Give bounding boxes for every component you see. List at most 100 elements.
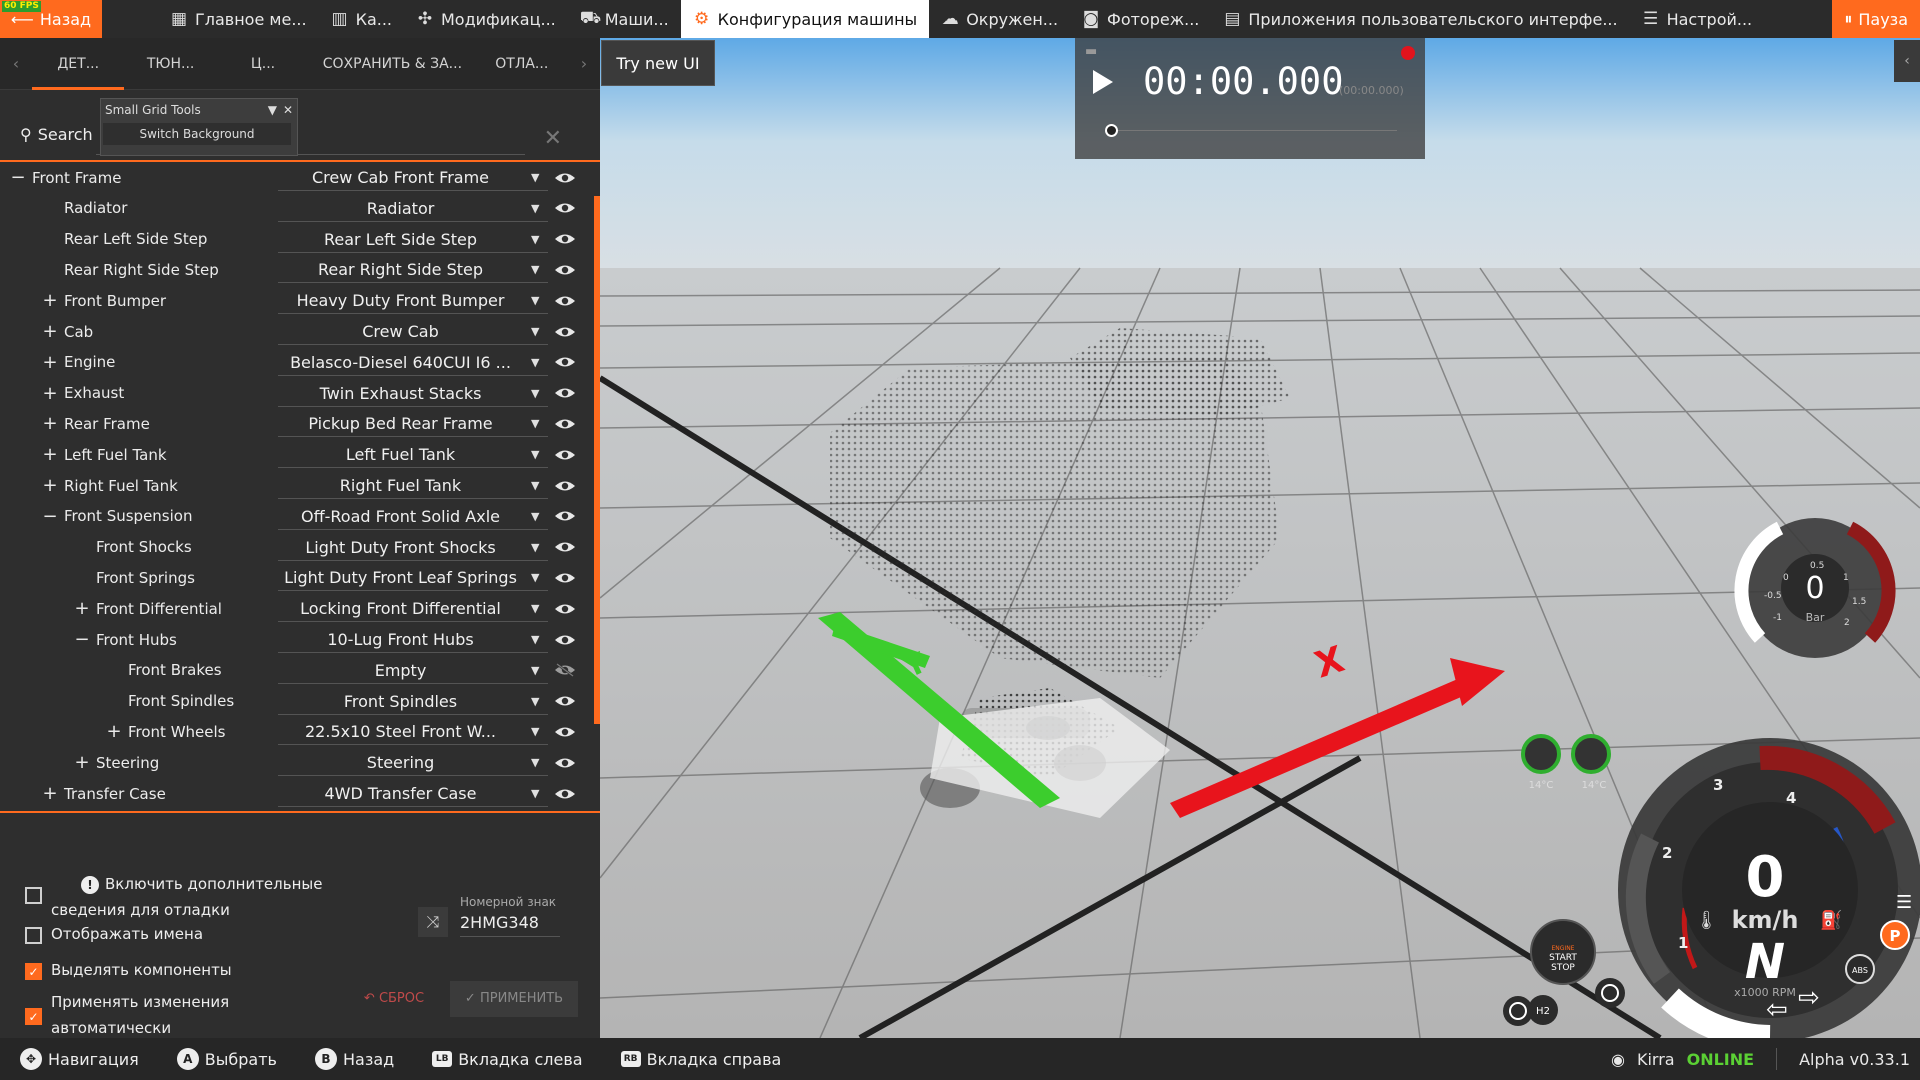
part-row[interactable]: + Steering Steering ▼ xyxy=(0,747,590,778)
eye-icon[interactable] xyxy=(554,571,576,585)
eye-icon[interactable] xyxy=(554,509,576,523)
part-select[interactable]: Rear Left Side Step xyxy=(278,230,545,249)
chevron-down-icon[interactable]: ▼ xyxy=(531,510,539,523)
eye-icon[interactable] xyxy=(554,171,576,185)
replay-timeline[interactable] xyxy=(1111,130,1397,131)
expand-icon[interactable]: + xyxy=(42,321,58,342)
tab-ui-apps[interactable]: ▤ Приложения пользовательского интерфе... xyxy=(1211,0,1629,38)
part-row[interactable]: Front Shocks Light Duty Front Shocks ▼ xyxy=(0,532,590,563)
part-select[interactable]: Radiator xyxy=(278,199,545,218)
part-row[interactable]: + Front Wheels 22.5x10 Steel Front W... ▼ xyxy=(0,716,590,747)
part-select[interactable]: Right Fuel Tank xyxy=(278,476,545,495)
tab-main-menu[interactable]: ▦ Главное ме... xyxy=(158,0,319,38)
part-row[interactable]: + Right Fuel Tank Right Fuel Tank ▼ xyxy=(0,470,590,501)
tab-settings[interactable]: ☰ Настрой... xyxy=(1630,0,1765,38)
engine-start-stop-button[interactable]: ENGINE START STOP xyxy=(1530,919,1596,985)
eye-icon[interactable] xyxy=(554,355,576,369)
collapse-triangle-icon[interactable]: ▼ xyxy=(268,103,277,117)
part-select[interactable]: Crew Cab Front Frame xyxy=(278,168,545,187)
part-select[interactable]: Crew Cab xyxy=(278,322,545,341)
switch-background-button[interactable]: Switch Background xyxy=(103,123,291,145)
randomize-plate-button[interactable]: ⤨ xyxy=(418,907,448,937)
chevron-down-icon[interactable]: ▼ xyxy=(531,633,539,646)
part-select[interactable]: 4WD Transfer Case xyxy=(278,784,545,803)
part-select[interactable]: Light Duty Front Leaf Springs xyxy=(278,568,545,587)
chevron-down-icon[interactable]: ▼ xyxy=(531,571,539,584)
chevron-down-icon[interactable]: ▼ xyxy=(531,325,539,338)
reset-button[interactable]: ↶ СБРОС xyxy=(355,981,433,1017)
tab-vehicle-config[interactable]: ⚙ Конфигурация машины xyxy=(680,0,930,38)
tab-environment[interactable]: ☁ Окружен... xyxy=(929,0,1070,38)
chevron-down-icon[interactable]: ▼ xyxy=(531,695,539,708)
part-row[interactable]: − Front Suspension Off-Road Front Solid Ax… xyxy=(0,501,590,532)
expand-icon[interactable]: + xyxy=(74,598,90,619)
part-select[interactable]: 10-Lug Front Hubs xyxy=(278,630,545,649)
parts-scrollbar[interactable] xyxy=(594,196,600,724)
part-row[interactable]: + Engine Belasco-Diesel 640CUI I6 ... ▼ xyxy=(0,347,590,378)
eye-icon[interactable] xyxy=(554,417,576,431)
expand-icon[interactable]: + xyxy=(42,475,58,496)
eye-icon[interactable] xyxy=(554,386,576,400)
tab-mods[interactable]: ✣ Модификац... xyxy=(404,0,568,38)
chevron-down-icon[interactable]: ▼ xyxy=(531,263,539,276)
chevron-down-icon[interactable]: ▼ xyxy=(531,356,539,369)
tab-save-load[interactable]: СОХРАНИТЬ & ЗА... xyxy=(309,38,475,90)
expand-icon[interactable]: + xyxy=(42,383,58,404)
expand-icon[interactable]: + xyxy=(74,752,90,773)
apply-button[interactable]: ✓ ПРИМЕНИТЬ xyxy=(450,981,578,1017)
part-row[interactable]: − Front Hubs 10-Lug Front Hubs ▼ xyxy=(0,624,590,655)
part-select[interactable]: 22.5x10 Steel Front W... xyxy=(278,722,545,741)
expand-icon[interactable]: + xyxy=(42,444,58,465)
chevron-down-icon[interactable]: ▼ xyxy=(531,417,539,430)
eye-icon[interactable] xyxy=(554,602,576,616)
chevron-down-icon[interactable]: ▼ xyxy=(531,202,539,215)
scene-viewport[interactable]: X Y 0 Bar -1 -0.5 0 0.5 1 1.5 2 14°C 14°… xyxy=(600,38,1920,1038)
part-row[interactable]: − Front Frame Crew Cab Front Frame ▼ xyxy=(0,162,590,193)
chevron-down-icon[interactable]: ▼ xyxy=(531,479,539,492)
chevron-down-icon[interactable]: ▼ xyxy=(531,387,539,400)
pause-button[interactable]: ⏸ Пауза xyxy=(1832,0,1920,38)
eye-icon[interactable] xyxy=(554,263,576,277)
play-button[interactable] xyxy=(1093,70,1113,94)
eye-icon[interactable] xyxy=(554,294,576,308)
part-select[interactable]: Twin Exhaust Stacks xyxy=(278,384,545,403)
chevron-left-icon[interactable]: ‹ xyxy=(0,54,32,73)
replay-scrubber[interactable] xyxy=(1105,124,1118,137)
eye-icon[interactable] xyxy=(554,756,576,770)
part-select[interactable]: Rear Right Side Step xyxy=(278,260,545,279)
part-select[interactable]: Off-Road Front Solid Axle xyxy=(278,507,545,526)
part-row[interactable]: + Front Bumper Heavy Duty Front Bumper ▼ xyxy=(0,285,590,316)
auto-apply-checkbox[interactable]: ✓ xyxy=(25,1008,42,1025)
part-select[interactable]: Steering xyxy=(278,753,545,772)
part-row[interactable]: + Cab Crew Cab ▼ xyxy=(0,316,590,347)
part-select[interactable]: Locking Front Differential xyxy=(278,599,545,618)
tab-maps[interactable]: ▥ Ка... xyxy=(319,0,404,38)
part-select[interactable]: Front Spindles xyxy=(278,692,545,711)
collapse-icon[interactable]: − xyxy=(10,167,26,188)
show-names-checkbox[interactable] xyxy=(25,927,42,944)
part-row[interactable]: + Front Differential Locking Front Differe… xyxy=(0,593,590,624)
try-new-ui-button[interactable]: Try new UI xyxy=(601,40,715,86)
part-row[interactable]: Radiator Radiator ▼ xyxy=(0,193,590,224)
expand-icon[interactable]: + xyxy=(42,290,58,311)
tab-photo-mode[interactable]: ◙ Фотореж... xyxy=(1070,0,1211,38)
chevron-down-icon[interactable]: ▼ xyxy=(531,541,539,554)
chevron-down-icon[interactable]: ▼ xyxy=(531,448,539,461)
chevron-down-icon[interactable]: ▼ xyxy=(531,602,539,615)
part-row[interactable]: + Exhaust Twin Exhaust Stacks ▼ xyxy=(0,378,590,409)
record-button[interactable] xyxy=(1401,46,1415,60)
part-row[interactable]: Front Brakes Empty ▼ xyxy=(0,655,590,686)
eye-off-icon[interactable] xyxy=(554,663,576,678)
tab-color[interactable]: Ц... xyxy=(217,38,309,90)
part-select[interactable]: Pickup Bed Rear Frame xyxy=(278,414,545,433)
clear-search-icon[interactable]: ✕ xyxy=(544,126,562,151)
part-select[interactable]: Heavy Duty Front Bumper xyxy=(278,291,545,310)
close-icon[interactable]: ✕ xyxy=(283,103,293,117)
folder-icon[interactable]: ▬ xyxy=(1085,44,1097,59)
back-button[interactable]: 60 FPS ⟵ Назад xyxy=(0,0,102,38)
part-select[interactable]: Belasco-Diesel 640CUI I6 ... xyxy=(278,353,545,372)
eye-icon[interactable] xyxy=(554,540,576,554)
part-select[interactable]: Empty xyxy=(278,661,545,680)
tab-parts[interactable]: ДЕТ... xyxy=(32,38,125,90)
eye-icon[interactable] xyxy=(554,201,576,215)
